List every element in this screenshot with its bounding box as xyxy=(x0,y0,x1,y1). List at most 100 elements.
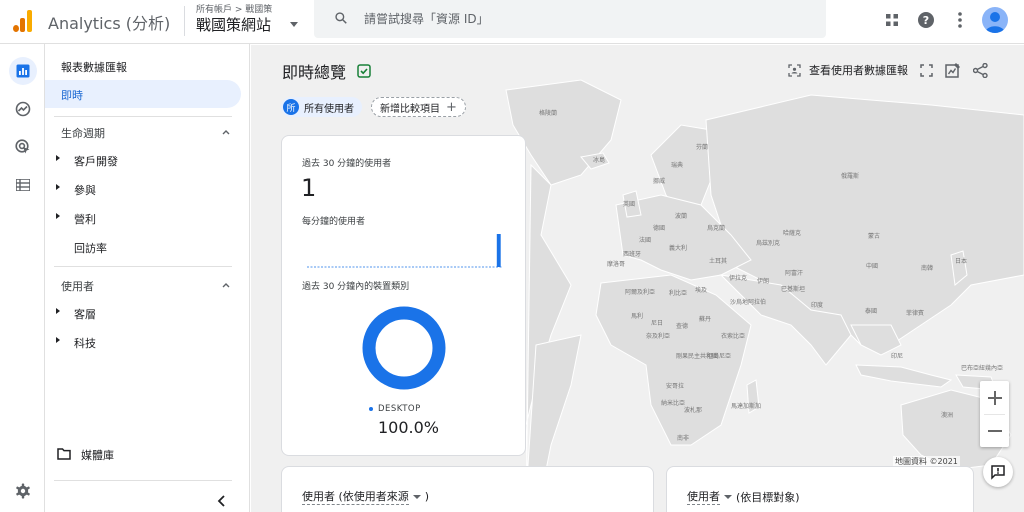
map-label: 瑞典 xyxy=(671,161,683,169)
page-title: 即時總覽 xyxy=(282,63,347,82)
more-vert-icon[interactable] xyxy=(948,8,972,32)
map-label: 俄羅斯 xyxy=(841,172,859,180)
map-label: 泰國 xyxy=(865,307,877,315)
search-icon xyxy=(335,12,347,24)
chevron-down-icon[interactable] xyxy=(412,494,421,499)
map-label: 日本 xyxy=(955,257,967,265)
realtime-users-card: 過去 30 分鐘的使用者 1 每分鐘的使用者 過去 30 分鐘內的裝置類別 DE… xyxy=(281,135,526,456)
map-label: 烏茲別克 xyxy=(756,239,780,247)
map-label: 巴基斯坦 xyxy=(781,285,805,293)
nav-item-monetization[interactable]: 營利 xyxy=(53,207,233,229)
dimension-selector[interactable]: 使用者 (依使用者來源 xyxy=(302,488,409,505)
map-label: 查德 xyxy=(676,322,688,330)
map-label: 菲律賓 xyxy=(906,309,924,317)
donut-slice-desktop[interactable] xyxy=(362,306,446,390)
reports-icon[interactable] xyxy=(9,57,37,85)
map-zoom-controls xyxy=(980,381,1009,447)
device-category-donut[interactable] xyxy=(362,306,446,390)
nav-item-realtime[interactable]: 即時 xyxy=(45,80,241,108)
map-label: 蘇丹 xyxy=(699,315,711,323)
zoom-out-button[interactable] xyxy=(980,414,1009,447)
comparison-chip-all-users[interactable]: 所 所有使用者 xyxy=(281,97,362,117)
app-title: Analytics (分析) xyxy=(48,14,171,33)
map-label: 安哥拉 xyxy=(666,382,684,390)
map-label: 利比亞 xyxy=(669,289,687,297)
advertising-icon[interactable] xyxy=(9,133,37,161)
metric-selector[interactable]: 使用者 xyxy=(687,488,720,505)
map-label: 芬蘭 xyxy=(696,143,708,151)
zoom-in-button[interactable] xyxy=(980,381,1009,414)
map-label: 阿富汗 xyxy=(785,269,803,277)
property-selector[interactable]: 戰國策網站 xyxy=(196,14,271,35)
expand-arrow-icon xyxy=(56,213,60,219)
map-label: 沙烏地阿拉伯 xyxy=(730,298,766,306)
chevron-up-icon[interactable] xyxy=(221,280,231,290)
map-label: 巴布亞紐幾內亞 xyxy=(961,364,1003,372)
feedback-icon xyxy=(991,465,1005,480)
map-label: 印尼 xyxy=(891,353,903,360)
users-by-source-card: 使用者 (依使用者來源 ) xyxy=(281,466,654,512)
minute-bar[interactable] xyxy=(496,234,501,267)
divider xyxy=(54,116,232,117)
apps-grid-icon[interactable] xyxy=(880,8,904,32)
nav-item-acquisition[interactable]: 客戶開發 xyxy=(53,149,233,171)
report-status-check-icon[interactable] xyxy=(357,64,371,78)
avatar[interactable] xyxy=(982,7,1008,33)
configure-list-icon[interactable] xyxy=(9,171,37,199)
add-comparison-button[interactable]: 新增比較項目 + xyxy=(371,97,466,117)
share-icon[interactable] xyxy=(973,62,988,78)
users-by-audience-card: 使用者 (依目標對象) xyxy=(666,466,974,512)
map-label: 哈薩克 xyxy=(783,229,801,237)
map-label: 中國 xyxy=(866,262,878,270)
users-last-30-min-count: 1 xyxy=(301,174,317,202)
chip-label: 新增比較項目 xyxy=(380,103,440,115)
map-label: 波札那 xyxy=(684,406,702,414)
collapse-chevron-left-icon[interactable] xyxy=(215,494,229,508)
map-label: 伊朗 xyxy=(757,277,769,285)
map-label: 坦尚尼亞 xyxy=(707,352,731,360)
explore-icon[interactable] xyxy=(9,95,37,123)
reports-nav: 報表數據匯報 即時 生命週期 客戶開發 參與 營利 回訪率 使用者 客層 科技 … xyxy=(45,44,250,512)
map-label: 蒙古 xyxy=(868,232,880,240)
chevron-down-icon[interactable] xyxy=(724,494,732,499)
divider xyxy=(54,266,232,267)
map-label: 納米比亞 xyxy=(661,399,685,407)
chevron-down-icon[interactable] xyxy=(290,22,298,27)
nav-item-engagement[interactable]: 參與 xyxy=(53,178,233,200)
map-label: 南韓 xyxy=(921,264,933,272)
help-icon[interactable]: ? xyxy=(914,8,938,32)
nav-item-retention[interactable]: 回訪率 xyxy=(53,236,233,258)
nav-section-lifecycle[interactable]: 生命週期 xyxy=(61,125,105,141)
map-label: 埃及 xyxy=(695,286,707,294)
search-input[interactable] xyxy=(364,9,804,29)
map-label: 澳洲 xyxy=(941,411,953,419)
users-per-minute-label: 每分鐘的使用者 xyxy=(302,217,366,227)
settings-gear-icon[interactable] xyxy=(9,477,37,505)
nav-item-tech[interactable]: 科技 xyxy=(53,331,233,353)
expand-arrow-icon xyxy=(56,308,60,314)
nav-section-user[interactable]: 使用者 xyxy=(61,278,94,294)
search-bar[interactable] xyxy=(314,0,826,38)
device-percentage: 100.0% xyxy=(378,418,440,437)
map-label: 挪威 xyxy=(653,177,665,185)
map-label: 法國 xyxy=(639,236,651,244)
map-label: 烏克蘭 xyxy=(707,224,725,232)
expand-arrow-icon xyxy=(56,184,60,190)
nav-header[interactable]: 報表數據匯報 xyxy=(61,59,127,75)
map-label: 英國 xyxy=(623,200,635,208)
nav-item-demographics[interactable]: 客層 xyxy=(53,302,233,324)
map-label: 南非 xyxy=(677,434,689,442)
chevron-up-icon[interactable] xyxy=(221,127,231,137)
map-label: 衣索比亞 xyxy=(721,332,745,340)
snapshot-icon xyxy=(788,63,801,77)
users-per-minute-chart[interactable] xyxy=(307,230,502,270)
view-user-snapshot-button[interactable]: 查看使用者數據匯報 xyxy=(788,62,908,78)
customize-report-icon[interactable] xyxy=(945,62,961,78)
fullscreen-icon[interactable] xyxy=(920,63,933,77)
expand-arrow-icon xyxy=(56,337,60,343)
map-label: 德國 xyxy=(653,224,665,232)
feedback-button[interactable] xyxy=(983,457,1013,487)
analytics-logo-icon[interactable] xyxy=(12,8,34,32)
device-category-label: 過去 30 分鐘內的裝置類別 xyxy=(302,282,410,292)
map-label: 冰島 xyxy=(593,156,605,164)
